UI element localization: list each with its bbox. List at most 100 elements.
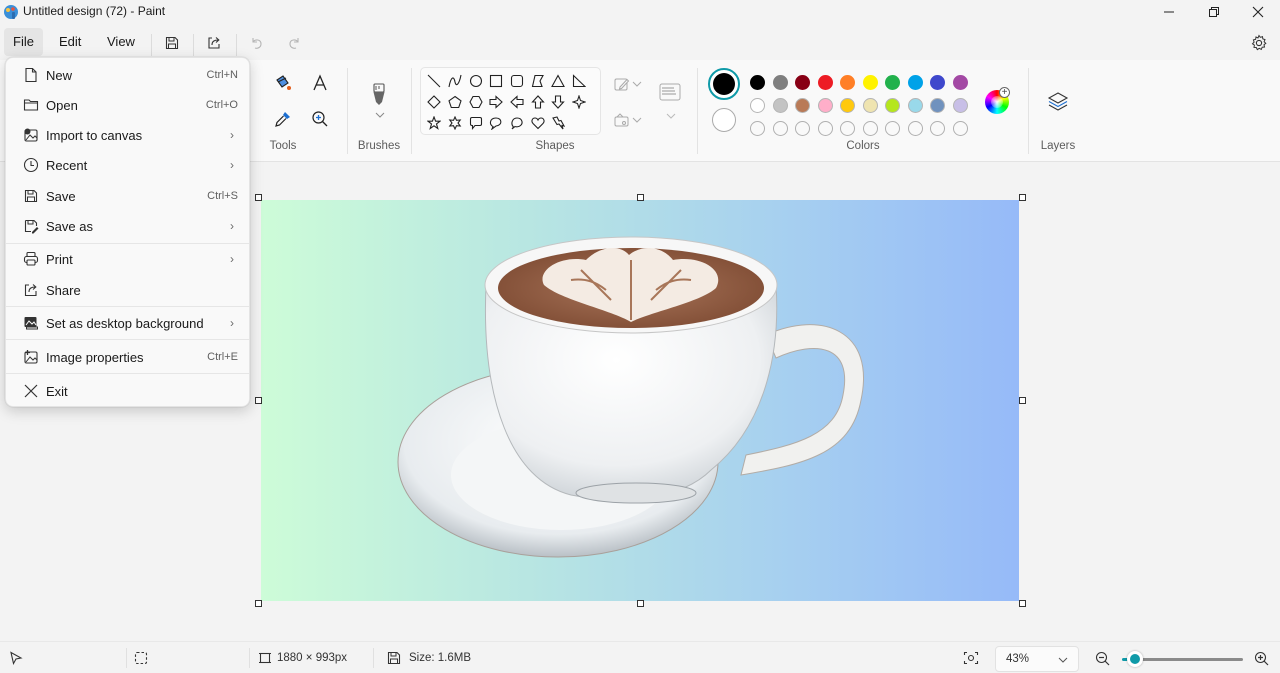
settings-button[interactable]: [1246, 30, 1272, 56]
quick-save-button[interactable]: [159, 30, 185, 56]
resize-handle-bottom-left[interactable]: [255, 600, 262, 607]
color-swatch[interactable]: [750, 75, 765, 90]
shape-diamond[interactable]: [424, 92, 444, 112]
file-menu-share[interactable]: Share: [10, 275, 247, 305]
color-swatch[interactable]: [952, 75, 968, 90]
resize-handle-top-right[interactable]: [1019, 194, 1026, 201]
zoom-slider-track[interactable]: [1140, 658, 1243, 661]
fill-tool[interactable]: [271, 71, 295, 95]
pointer-position-button[interactable]: [9, 651, 23, 668]
zoom-out-button[interactable]: [1095, 651, 1110, 669]
file-menu-set-as-desktop-background[interactable]: Set as desktop background ›: [10, 308, 247, 338]
shape-oval-callout[interactable]: [486, 113, 506, 133]
menu-edit[interactable]: Edit: [50, 28, 90, 56]
color-swatch[interactable]: [862, 98, 878, 113]
size-button[interactable]: [657, 80, 683, 104]
edit-colors-button[interactable]: +: [985, 87, 1010, 114]
file-menu-exit[interactable]: Exit: [10, 376, 247, 406]
brushes-dropdown[interactable]: [368, 108, 392, 122]
size-dropdown[interactable]: [664, 110, 678, 122]
outline-dropdown[interactable]: [630, 72, 644, 96]
file-menu-image-properties[interactable]: Image properties Ctrl+E: [10, 342, 247, 372]
file-menu-new[interactable]: New Ctrl+N: [10, 60, 247, 90]
color-swatch[interactable]: [750, 98, 765, 113]
resize-handle-top[interactable]: [637, 194, 644, 201]
shape-pentagon[interactable]: [445, 92, 465, 112]
menu-file[interactable]: File: [4, 28, 43, 56]
zoom-in-button[interactable]: [1254, 651, 1269, 669]
shape-right-triangle[interactable]: [569, 71, 589, 91]
resize-handle-left[interactable]: [255, 397, 262, 404]
color-swatch[interactable]: [772, 75, 788, 90]
shape-polygon[interactable]: [528, 71, 548, 91]
color-swatch[interactable]: [907, 75, 923, 90]
color-swatch[interactable]: [772, 98, 788, 113]
color-swatch[interactable]: [952, 98, 968, 113]
custom-color-slot[interactable]: [907, 121, 923, 136]
zoom-slider-thumb[interactable]: [1127, 651, 1143, 667]
layers-button[interactable]: [1046, 89, 1070, 113]
zoom-level-select[interactable]: 43%: [995, 646, 1079, 672]
undo-button[interactable]: [244, 30, 270, 56]
shape-rounded-rectangle[interactable]: [507, 71, 527, 91]
custom-color-slot[interactable]: [930, 121, 945, 136]
minimize-button[interactable]: [1146, 0, 1192, 24]
fill-style-dropdown[interactable]: [630, 108, 644, 132]
file-menu-import-to-canvas[interactable]: Import to canvas ›: [10, 120, 247, 150]
brushes-button[interactable]: [367, 80, 391, 110]
color-swatch[interactable]: [930, 75, 945, 90]
shape-rectangle[interactable]: [486, 71, 506, 91]
shape-five-point-star[interactable]: [424, 113, 444, 133]
color-swatch[interactable]: [817, 75, 833, 90]
color-swatch[interactable]: [840, 75, 855, 90]
shape-cloud-callout[interactable]: [507, 113, 527, 133]
color-swatch[interactable]: [930, 98, 945, 113]
file-menu-recent[interactable]: Recent ›: [10, 150, 247, 180]
magnifier-tool[interactable]: [308, 107, 332, 131]
custom-color-slot[interactable]: [817, 121, 833, 136]
shape-curve[interactable]: [445, 71, 465, 91]
menu-view[interactable]: View: [98, 28, 144, 56]
resize-handle-bottom-right[interactable]: [1019, 600, 1026, 607]
file-menu-save-as[interactable]: Save as ›: [10, 211, 247, 241]
resize-handle-top-left[interactable]: [255, 194, 262, 201]
fit-to-window-button[interactable]: [963, 651, 979, 668]
color-swatch[interactable]: [907, 98, 923, 113]
shape-hexagon[interactable]: [466, 92, 486, 112]
canvas-image[interactable]: [261, 200, 1019, 601]
shape-six-point-star[interactable]: [445, 113, 465, 133]
color-swatch[interactable]: [795, 98, 810, 113]
color-swatch[interactable]: [862, 75, 878, 90]
custom-color-slot[interactable]: [952, 121, 968, 136]
custom-color-slot[interactable]: [885, 121, 900, 136]
secondary-color-button[interactable]: [712, 108, 736, 132]
shape-right-arrow[interactable]: [486, 92, 506, 112]
color-swatch[interactable]: [817, 98, 833, 113]
file-menu-print[interactable]: Print ›: [10, 244, 247, 274]
custom-color-slot[interactable]: [862, 121, 878, 136]
color-swatch[interactable]: [795, 75, 810, 90]
close-window-button[interactable]: [1235, 0, 1280, 24]
custom-color-slot[interactable]: [840, 121, 855, 136]
color-swatch[interactable]: [885, 98, 900, 113]
shape-up-arrow[interactable]: [528, 92, 548, 112]
resize-handle-right[interactable]: [1019, 397, 1026, 404]
text-tool[interactable]: [308, 71, 332, 95]
restore-button[interactable]: [1191, 0, 1237, 24]
custom-color-slot[interactable]: [795, 121, 810, 136]
shape-line[interactable]: [424, 71, 444, 91]
shape-rounded-callout[interactable]: [466, 113, 486, 133]
custom-color-slot[interactable]: [772, 121, 788, 136]
resize-handle-bottom[interactable]: [637, 600, 644, 607]
custom-color-slot[interactable]: [750, 121, 765, 136]
shape-left-arrow[interactable]: [507, 92, 527, 112]
shape-heart[interactable]: [528, 113, 548, 133]
shape-lightning[interactable]: [548, 113, 568, 133]
redo-button[interactable]: [281, 30, 307, 56]
color-picker-tool[interactable]: [271, 107, 295, 131]
quick-share-button[interactable]: [201, 30, 227, 56]
file-menu-open[interactable]: Open Ctrl+O: [10, 90, 247, 120]
shape-oval[interactable]: [466, 71, 486, 91]
selection-size-button[interactable]: [134, 651, 148, 668]
shape-triangle[interactable]: [548, 71, 568, 91]
